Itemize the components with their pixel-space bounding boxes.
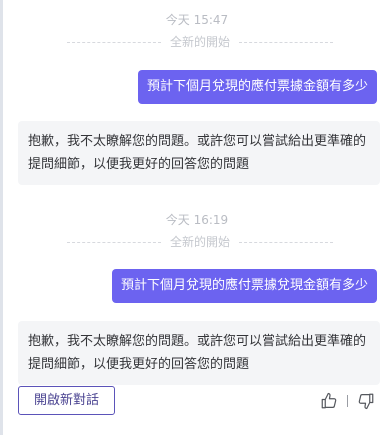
session-divider: 全新的開始	[67, 35, 333, 49]
divider-line	[239, 242, 333, 243]
session-divider: 全新的開始	[67, 235, 333, 249]
timestamp: 今天 16:19	[165, 213, 229, 227]
user-message: 預計下個月兌現的應付票據兌現金額有多少	[111, 269, 377, 303]
divider-line	[239, 42, 333, 43]
new-chat-button[interactable]: 開啟新對話	[18, 386, 115, 415]
chat-panel: 今天 15:47 全新的開始 預計下個月兌現的應付票據金額有多少 抱歉，我不太瞭…	[0, 0, 391, 435]
bot-reply: 抱歉，我不太瞭解您的問題。或許您可以嘗試給出更準確的提問細節，以便我更好的回答您…	[18, 121, 380, 185]
thumbs-up-icon[interactable]	[320, 392, 338, 410]
user-message: 預計下個月兌現的應付票據金額有多少	[137, 70, 377, 104]
bot-reply: 抱歉，我不太瞭解您的問題。或許您可以嘗試給出更準確的提問細節，以便我更好的回答您…	[18, 321, 380, 385]
timestamp: 今天 15:47	[165, 13, 229, 27]
feedback-controls	[320, 392, 375, 410]
feedback-separator	[347, 395, 348, 407]
thumbs-down-icon[interactable]	[357, 392, 375, 410]
